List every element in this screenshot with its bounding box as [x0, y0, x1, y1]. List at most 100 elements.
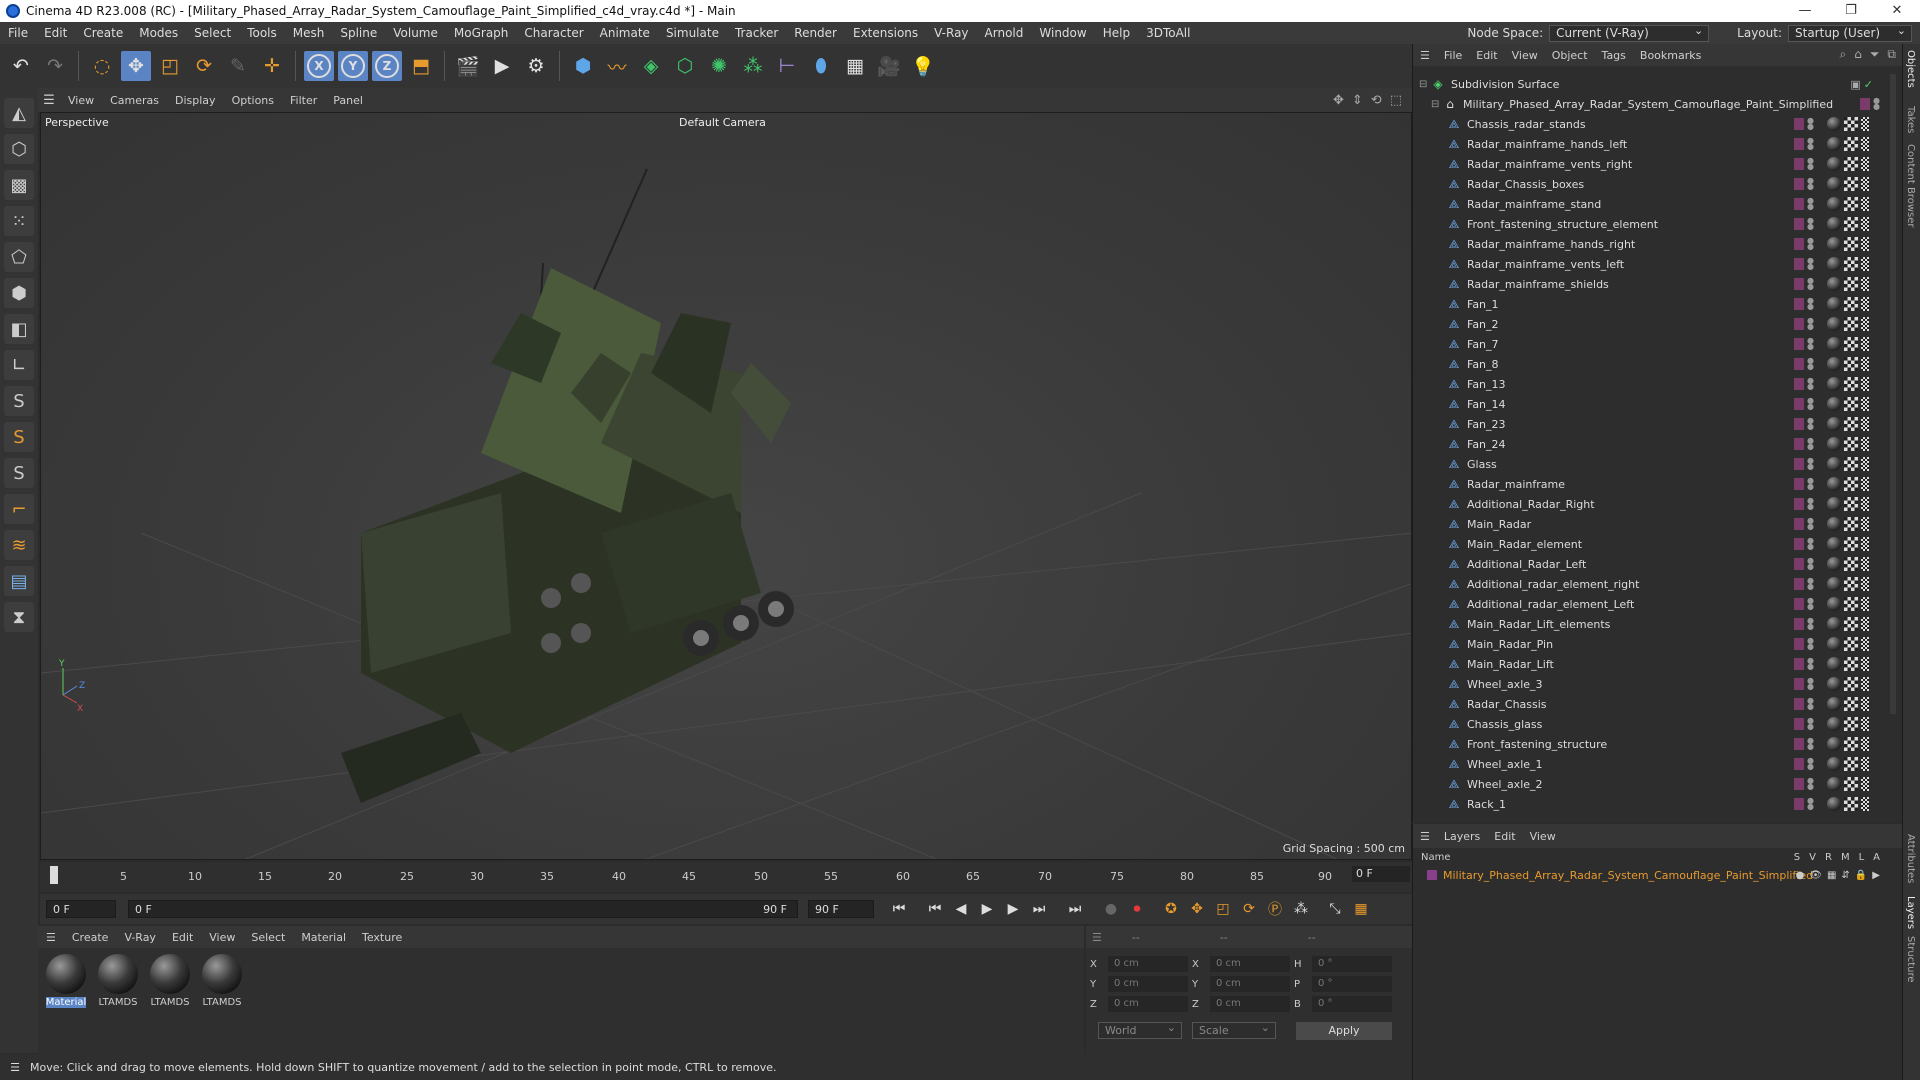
- visibility-dots-icon[interactable]: ● ●: [1807, 177, 1814, 191]
- start-frame-field[interactable]: 0 F: [46, 900, 116, 918]
- search-icon[interactable]: ⌕: [1839, 47, 1846, 62]
- layer-color-swatch[interactable]: [1427, 870, 1437, 880]
- manager-toggle-icon[interactable]: ⇵: [1841, 870, 1849, 881]
- position-z-field[interactable]: 0 cm: [1108, 996, 1188, 1012]
- material-tag-icon[interactable]: [1827, 417, 1841, 431]
- visibility-dots-icon[interactable]: ● ●: [1807, 657, 1814, 671]
- visibility-dots-icon[interactable]: ● ●: [1807, 517, 1814, 531]
- redo-icon[interactable]: ↷: [40, 51, 70, 81]
- extrude-generator-icon[interactable]: ⬡: [670, 51, 700, 81]
- material-tag-icon[interactable]: [1827, 357, 1841, 371]
- layer-menu-view[interactable]: View: [1523, 830, 1563, 843]
- tree-row-object[interactable]: ⟁ Radar_Chassis_boxes ● ●: [1413, 174, 1903, 194]
- material-tag-icon[interactable]: [1827, 197, 1841, 211]
- tree-row-root[interactable]: ⊟ ◈ Subdivision Surface ▣ ✓: [1413, 74, 1903, 94]
- material-tag-icon[interactable]: [1827, 737, 1841, 751]
- key-rotation-icon[interactable]: ⟳: [1238, 898, 1260, 920]
- tree-row-object[interactable]: ⟁ Main_Radar_element ● ●: [1413, 534, 1903, 554]
- enabled-check-icon[interactable]: ✓: [1864, 78, 1873, 91]
- object-menu-file[interactable]: File: [1437, 49, 1469, 62]
- frame-range-slider[interactable]: 0 F 90 F: [128, 900, 798, 918]
- menu-simulate[interactable]: Simulate: [658, 26, 727, 40]
- tree-row-object[interactable]: ⟁ Fan_24 ● ●: [1413, 434, 1903, 454]
- material-swatch[interactable]: LTAMDS: [148, 954, 192, 1008]
- visibility-dots-icon[interactable]: ● ●: [1807, 317, 1814, 331]
- tree-row-object[interactable]: ⟁ Radar_mainframe_shields ● ●: [1413, 274, 1903, 294]
- deformer-bend-icon[interactable]: ⊢: [772, 51, 802, 81]
- visibility-dots-icon[interactable]: ● ●: [1807, 417, 1814, 431]
- next-frame-icon[interactable]: ▶: [1002, 898, 1024, 920]
- tree-row-object[interactable]: ⟁ Radar_mainframe_hands_left ● ●: [1413, 134, 1903, 154]
- material-tag-icon[interactable]: [1827, 397, 1841, 411]
- tree-row-object[interactable]: ⟁ Radar_mainframe ● ●: [1413, 474, 1903, 494]
- close-button[interactable]: ✕: [1874, 0, 1920, 22]
- rotation-h-field[interactable]: 0 °: [1312, 956, 1392, 972]
- timeline-window-icon[interactable]: ▦: [1350, 898, 1372, 920]
- uvw-tag-icon[interactable]: [1861, 177, 1869, 191]
- menu-mesh[interactable]: Mesh: [285, 26, 333, 40]
- rotate-tool-icon[interactable]: ⟳: [189, 51, 219, 81]
- tree-row-object[interactable]: ⟁ Additional_radar_element_right ● ●: [1413, 574, 1903, 594]
- texture-tag-icon[interactable]: [1844, 597, 1858, 611]
- menu-arnold[interactable]: Arnold: [977, 26, 1032, 40]
- maximize-button[interactable]: ❐: [1828, 0, 1874, 22]
- material-tag-icon[interactable]: [1827, 297, 1841, 311]
- rotation-p-field[interactable]: 0 °: [1312, 976, 1392, 992]
- visibility-dots-icon[interactable]: ● ●: [1807, 537, 1814, 551]
- previous-frame-icon[interactable]: ◀: [950, 898, 972, 920]
- material-menu-material[interactable]: Material: [293, 931, 354, 944]
- uvw-tag-icon[interactable]: [1861, 797, 1869, 811]
- next-key-icon[interactable]: ⏭: [1028, 898, 1050, 920]
- tab-objects[interactable]: Objects: [1905, 50, 1916, 88]
- tree-row-object[interactable]: ⟁ Additional_Radar_Right ● ●: [1413, 494, 1903, 514]
- subdivision-surface-icon[interactable]: ◈: [636, 51, 666, 81]
- texture-tag-icon[interactable]: [1844, 157, 1858, 171]
- snap-icon[interactable]: S: [4, 386, 34, 416]
- uvw-tag-icon[interactable]: [1861, 317, 1869, 331]
- visibility-dots-icon[interactable]: ● ●: [1807, 117, 1814, 131]
- visibility-dots-icon[interactable]: ● ●: [1807, 557, 1814, 571]
- visibility-dots-icon[interactable]: ● ●: [1807, 377, 1814, 391]
- render-toggle-icon[interactable]: ▦: [1827, 870, 1836, 881]
- tree-row-object[interactable]: ⟁ Radar_Chassis ● ●: [1413, 694, 1903, 714]
- material-tag-icon[interactable]: [1827, 117, 1841, 131]
- uvw-tag-icon[interactable]: [1861, 397, 1869, 411]
- visibility-dots-icon[interactable]: ● ●: [1807, 757, 1814, 771]
- material-menu-create[interactable]: Create: [64, 931, 117, 944]
- texture-tag-icon[interactable]: [1844, 717, 1858, 731]
- key-scale-icon[interactable]: ◰: [1212, 898, 1234, 920]
- material-tag-icon[interactable]: [1827, 237, 1841, 251]
- uvw-tag-icon[interactable]: [1861, 557, 1869, 571]
- coordinates-menu-icon[interactable]: ☰: [1092, 931, 1102, 944]
- tree-row-object[interactable]: ⟁ Fan_23 ● ●: [1413, 414, 1903, 434]
- layer-row[interactable]: Military_Phased_Array_Radar_System_Camou…: [1413, 866, 1902, 884]
- visibility-dots-icon[interactable]: ● ●: [1807, 477, 1814, 491]
- keyframe-selection-icon[interactable]: ✪: [1160, 898, 1182, 920]
- tree-row-object[interactable]: ⟁ Additional_Radar_Left ● ●: [1413, 554, 1903, 574]
- menu-modes[interactable]: Modes: [131, 26, 186, 40]
- material-tag-icon[interactable]: [1827, 637, 1841, 651]
- material-tag-icon[interactable]: [1827, 497, 1841, 511]
- visibility-dots-icon[interactable]: ● ●: [1873, 97, 1880, 111]
- tree-row-object[interactable]: ⟁ Wheel_axle_3 ● ●: [1413, 674, 1903, 694]
- uvw-tag-icon[interactable]: [1861, 757, 1869, 771]
- layer-col-manager[interactable]: M: [1841, 852, 1850, 863]
- uvw-tag-icon[interactable]: [1861, 697, 1869, 711]
- viewport-menu-display[interactable]: Display: [167, 94, 224, 107]
- edges-mode-icon[interactable]: ⬠: [4, 242, 34, 272]
- end-frame-field[interactable]: 90 F: [808, 900, 874, 918]
- material-swatch[interactable]: LTAMDS: [96, 954, 140, 1008]
- render-settings-icon[interactable]: ⚙: [521, 51, 551, 81]
- spline-pen-icon[interactable]: 〰: [602, 51, 632, 81]
- texture-tag-icon[interactable]: [1844, 637, 1858, 651]
- tree-row-group[interactable]: ⊟ ⌂ Military_Phased_Array_Radar_System_C…: [1413, 94, 1903, 114]
- visibility-dots-icon[interactable]: ● ●: [1807, 577, 1814, 591]
- texture-tag-icon[interactable]: [1844, 457, 1858, 471]
- material-tag-icon[interactable]: [1827, 797, 1841, 811]
- material-menu-icon[interactable]: ☰: [38, 931, 64, 944]
- material-tag-icon[interactable]: [1827, 157, 1841, 171]
- collapse-icon[interactable]: ⊟: [1419, 79, 1431, 90]
- visibility-dots-icon[interactable]: ● ●: [1807, 797, 1814, 811]
- record-active-icon[interactable]: ●: [1100, 898, 1122, 920]
- texture-tag-icon[interactable]: [1844, 677, 1858, 691]
